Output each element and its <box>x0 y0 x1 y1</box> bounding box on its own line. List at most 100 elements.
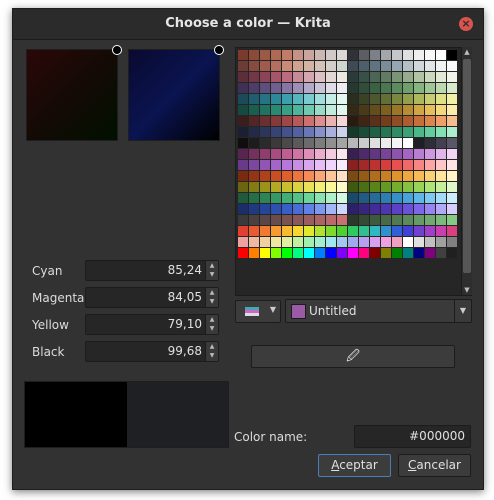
palette-swatch-30[interactable] <box>348 61 358 71</box>
chevron-down-icon[interactable]: ▼ <box>454 300 471 322</box>
palette-swatch-287[interactable] <box>315 204 325 214</box>
palette-swatch-340[interactable] <box>238 237 248 247</box>
palette-swatch-290[interactable] <box>348 204 358 214</box>
palette-swatch-349[interactable] <box>337 237 347 247</box>
palette-swatch-361[interactable] <box>249 248 259 258</box>
palette-swatch-312[interactable] <box>370 215 380 225</box>
palette-swatch-187[interactable] <box>315 149 325 159</box>
palette-swatch-256[interactable] <box>414 182 424 192</box>
palette-swatch-274[interactable] <box>392 193 402 203</box>
palette-swatch-40[interactable] <box>238 72 248 82</box>
palette-swatch-350[interactable] <box>348 237 358 247</box>
palette-swatch-285[interactable] <box>293 204 303 214</box>
palette-swatch-337[interactable] <box>425 226 435 236</box>
palette-swatch-328[interactable] <box>326 226 336 236</box>
palette-swatch-60[interactable] <box>238 83 248 93</box>
palette-swatch-294[interactable] <box>392 204 402 214</box>
palette-swatch-7[interactable] <box>315 50 325 60</box>
palette-swatch-10[interactable] <box>348 50 358 60</box>
palette-swatch-191[interactable] <box>359 149 369 159</box>
palette-swatch-313[interactable] <box>381 215 391 225</box>
palette-swatch-49[interactable] <box>337 72 347 82</box>
palette-swatch-58[interactable] <box>436 72 446 82</box>
palette-swatch-36[interactable] <box>414 61 424 71</box>
palette-swatch-282[interactable] <box>260 204 270 214</box>
palette-swatch-91[interactable] <box>359 94 369 104</box>
palette-swatch-5[interactable] <box>293 50 303 60</box>
palette-swatch-107[interactable] <box>315 105 325 115</box>
palette-swatch-309[interactable] <box>337 215 347 225</box>
palette-swatch-295[interactable] <box>403 204 413 214</box>
palette-swatch-159[interactable] <box>447 127 457 137</box>
palette-swatch-111[interactable] <box>359 105 369 115</box>
palette-swatch-70[interactable] <box>348 83 358 93</box>
palette-swatch-121[interactable] <box>249 116 259 126</box>
palette-swatch-168[interactable] <box>326 138 336 148</box>
palette-swatch-344[interactable] <box>282 237 292 247</box>
scroll-down-icon[interactable]: ▼ <box>462 285 472 295</box>
palette-swatch-316[interactable] <box>414 215 424 225</box>
palette-swatch-141[interactable] <box>249 127 259 137</box>
palette-swatch-297[interactable] <box>425 204 435 214</box>
color-square-left-handle[interactable] <box>112 45 122 55</box>
close-icon[interactable]: × <box>459 17 473 31</box>
palette-swatch-157[interactable] <box>425 127 435 137</box>
palette-swatch-267[interactable] <box>315 193 325 203</box>
palette-swatch-173[interactable] <box>381 138 391 148</box>
palette-swatch-92[interactable] <box>370 94 380 104</box>
palette-swatch-178[interactable] <box>436 138 446 148</box>
palette-swatch-135[interactable] <box>403 116 413 126</box>
palette-swatch-197[interactable] <box>425 149 435 159</box>
palette-swatch-117[interactable] <box>425 105 435 115</box>
palette-swatch-147[interactable] <box>315 127 325 137</box>
palette-swatch-65[interactable] <box>293 83 303 93</box>
palette-swatch-231[interactable] <box>359 171 369 181</box>
palette-swatch-317[interactable] <box>425 215 435 225</box>
palette-swatch-169[interactable] <box>337 138 347 148</box>
palette-swatch-35[interactable] <box>403 61 413 71</box>
palette-swatch-190[interactable] <box>348 149 358 159</box>
palette-swatch-199[interactable] <box>447 149 457 159</box>
palette-swatch-109[interactable] <box>337 105 347 115</box>
palette-swatch-32[interactable] <box>370 61 380 71</box>
palette-swatch-205[interactable] <box>293 160 303 170</box>
palette-swatch-211[interactable] <box>359 160 369 170</box>
palette-swatch-354[interactable] <box>392 237 402 247</box>
palette-swatch-252[interactable] <box>370 182 380 192</box>
palette-swatch-172[interactable] <box>370 138 380 148</box>
palette-swatch-257[interactable] <box>425 182 435 192</box>
palette-swatch-240[interactable] <box>238 182 248 192</box>
palette-swatch-226[interactable] <box>304 171 314 181</box>
palette-swatch-320[interactable] <box>238 226 248 236</box>
palette-swatch-51[interactable] <box>359 72 369 82</box>
palette-swatch-11[interactable] <box>359 50 369 60</box>
palette-swatch-372[interactable] <box>370 248 380 258</box>
palette-swatch-286[interactable] <box>304 204 314 214</box>
cyan-spinbox[interactable]: 85,24 ▲ ▼ <box>85 260 219 281</box>
palette-swatch-176[interactable] <box>414 138 424 148</box>
palette-swatch-336[interactable] <box>414 226 424 236</box>
palette-swatch-283[interactable] <box>271 204 281 214</box>
palette-swatch-189[interactable] <box>337 149 347 159</box>
palette-swatch-347[interactable] <box>315 237 325 247</box>
palette-swatch-276[interactable] <box>414 193 424 203</box>
palette-swatch-202[interactable] <box>260 160 270 170</box>
scrollbar-thumb[interactable] <box>463 59 471 273</box>
palette-swatch-156[interactable] <box>414 127 424 137</box>
palette-swatch-27[interactable] <box>315 61 325 71</box>
palette-swatch-269[interactable] <box>337 193 347 203</box>
palette-swatch-357[interactable] <box>425 237 435 247</box>
palette-swatch-242[interactable] <box>260 182 270 192</box>
palette-swatch-152[interactable] <box>370 127 380 137</box>
palette-swatch-144[interactable] <box>282 127 292 137</box>
palette-swatch-38[interactable] <box>436 61 446 71</box>
palette-swatch-212[interactable] <box>370 160 380 170</box>
palette-swatch-232[interactable] <box>370 171 380 181</box>
palette-swatch-248[interactable] <box>326 182 336 192</box>
palette-swatch-180[interactable] <box>238 149 248 159</box>
cyan-stepper-icon[interactable]: ▲ ▼ <box>205 261 218 280</box>
color-square-right-handle[interactable] <box>214 45 224 55</box>
palette-swatch-100[interactable] <box>238 105 248 115</box>
palette-swatch-293[interactable] <box>381 204 391 214</box>
palette-view[interactable] <box>235 47 472 296</box>
